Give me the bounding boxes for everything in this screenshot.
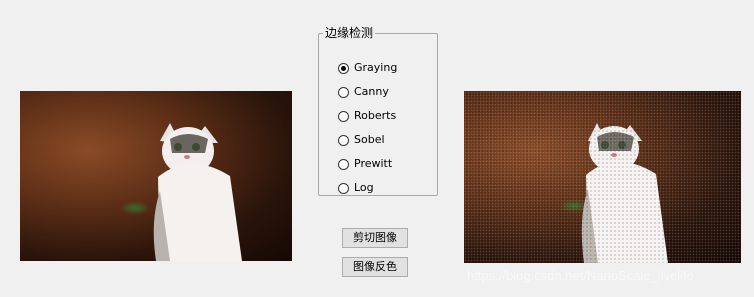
radio-button[interactable] bbox=[338, 110, 349, 122]
radio-button[interactable] bbox=[338, 86, 349, 98]
radio-label-graying: Graying bbox=[354, 61, 398, 74]
edge-detection-group: 边缘检测 Graying Canny Roberts Sobel Prewitt… bbox=[318, 26, 438, 196]
radio-button-checked[interactable] bbox=[338, 62, 349, 74]
original-image bbox=[20, 91, 292, 261]
radio-label-canny: Canny bbox=[354, 85, 389, 98]
radio-prewitt[interactable]: Prewitt bbox=[338, 156, 392, 172]
radio-sobel[interactable]: Sobel bbox=[338, 132, 385, 148]
radio-button[interactable] bbox=[338, 182, 349, 194]
invert-image-button[interactable]: 图像反色 bbox=[342, 257, 408, 277]
radio-button[interactable] bbox=[338, 158, 349, 170]
radio-graying[interactable]: Graying bbox=[338, 60, 397, 76]
radio-label-roberts: Roberts bbox=[354, 109, 397, 122]
radio-button[interactable] bbox=[338, 134, 349, 146]
radio-label-log: Log bbox=[354, 181, 374, 194]
edge-detection-title: 边缘检测 bbox=[325, 26, 374, 40]
radio-canny[interactable]: Canny bbox=[338, 84, 389, 100]
radio-label-sobel: Sobel bbox=[354, 133, 385, 146]
processed-image bbox=[464, 91, 741, 263]
radio-roberts[interactable]: Roberts bbox=[338, 108, 396, 124]
radio-label-prewitt: Prewitt bbox=[354, 157, 393, 170]
crop-image-button[interactable]: 剪切图像 bbox=[342, 228, 408, 248]
watermark-text: https://blog.csdn.net/NanoScale_livelife bbox=[467, 268, 694, 283]
cat-illustration bbox=[153, 123, 242, 261]
radio-log[interactable]: Log bbox=[338, 180, 374, 196]
